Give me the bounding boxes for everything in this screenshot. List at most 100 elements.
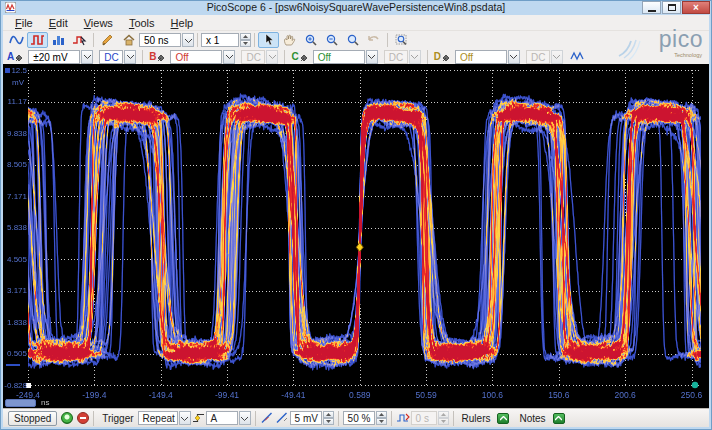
advanced-trigger-button[interactable] <box>191 411 206 426</box>
maximize-button[interactable] <box>662 1 681 14</box>
trigger-delay-value[interactable]: 0 s <box>411 411 437 425</box>
channel-a-range-dropdown[interactable]: ±20 mV <box>28 50 93 64</box>
chevron-down-icon[interactable] <box>508 50 520 64</box>
channel-a-coupling-dropdown[interactable]: DC <box>99 50 136 64</box>
notes-label: Notes <box>519 413 545 424</box>
channel-c-coupling-value[interactable]: DC <box>384 50 408 64</box>
horizontal-scroll-thumb[interactable] <box>5 399 36 407</box>
menu-edit[interactable]: Edit <box>41 15 76 31</box>
channel-d-range-dropdown[interactable]: Off <box>455 50 520 64</box>
channel-a-range-value[interactable]: ±20 mV <box>28 50 80 64</box>
scope-display[interactable]: 12.511.179.8388.5057.1715.8384.5053.1711… <box>3 64 709 408</box>
scope-graph-canvas[interactable] <box>3 64 709 408</box>
menu-bar: File Edit Views Tools Help <box>3 15 709 31</box>
chevron-down-icon[interactable] <box>179 411 191 425</box>
minimize-button[interactable] <box>642 1 661 14</box>
trigger-source-dropdown[interactable]: A <box>206 411 251 425</box>
trigger-level-spinner[interactable]: 5 mV <box>290 411 334 425</box>
rulers-label: Rulers <box>462 413 491 424</box>
persistence-view-button[interactable] <box>27 32 48 48</box>
channel-b-range-dropdown[interactable]: Off <box>170 50 235 64</box>
math-channel-button[interactable] <box>567 49 588 65</box>
zoom-in-button[interactable] <box>300 32 321 48</box>
zoom-overview-icon <box>395 34 408 46</box>
chevron-down-icon[interactable] <box>223 50 235 64</box>
rising-edge-button[interactable] <box>260 411 275 426</box>
chevron-down-icon[interactable] <box>124 50 136 64</box>
trigger-source-value[interactable]: A <box>206 411 238 425</box>
statusbar-separator <box>453 411 454 426</box>
notes-toggle-button[interactable] <box>553 413 565 424</box>
trigger-delay-spinner[interactable]: 0 s <box>411 411 449 425</box>
zoom-out-button[interactable] <box>321 32 342 48</box>
channel-b-range-value[interactable]: Off <box>170 50 222 64</box>
cursor-tool-button[interactable] <box>258 32 279 48</box>
chevron-down-icon[interactable] <box>551 50 563 64</box>
zoom-in-icon <box>305 34 317 46</box>
trigger-level-value[interactable]: 5 mV <box>290 411 322 425</box>
hand-pan-button[interactable] <box>279 32 300 48</box>
post-trigger-button[interactable] <box>396 411 411 426</box>
toolbar-separator <box>254 33 255 47</box>
chevron-down-icon[interactable] <box>409 50 421 64</box>
spin-up-icon[interactable] <box>438 411 449 418</box>
status-bar: Stopped Trigger Repeat A 5 mV 50 % 0 s R… <box>3 408 709 427</box>
trigger-mode-value[interactable]: Repeat <box>138 411 178 425</box>
zoom-factor-spinner[interactable]: x 1 <box>201 33 251 47</box>
scope-view-button[interactable] <box>6 32 27 48</box>
falling-edge-button[interactable] <box>275 411 290 426</box>
chevron-down-icon[interactable] <box>239 411 251 425</box>
marquee-zoom-button[interactable] <box>342 32 363 48</box>
titlebar[interactable]: PicoScope 6 - [psw6NoisySquareWavePersis… <box>0 0 712 15</box>
channel-b-coupling-dropdown[interactable]: DC <box>241 50 278 64</box>
channel-a-coupling-value[interactable]: DC <box>99 50 123 64</box>
spin-down-icon[interactable] <box>240 40 251 47</box>
spin-up-icon[interactable] <box>376 411 387 418</box>
menu-tools[interactable]: Tools <box>121 15 163 31</box>
toolbar-separator <box>197 33 198 47</box>
channel-c-range-dropdown[interactable]: Off <box>313 50 378 64</box>
menu-views[interactable]: Views <box>76 15 121 31</box>
chevron-down-icon[interactable] <box>182 33 194 47</box>
start-capture-icon[interactable] <box>61 412 73 424</box>
channel-d-coupling-dropdown[interactable]: DC <box>526 50 563 64</box>
spin-down-icon[interactable] <box>323 418 334 425</box>
chevron-down-icon[interactable] <box>81 50 93 64</box>
pre-trigger-value[interactable]: 50 % <box>343 411 375 425</box>
pico-brand-text: pico <box>659 26 703 53</box>
pre-trigger-spinner[interactable]: 50 % <box>343 411 387 425</box>
spin-down-icon[interactable] <box>438 418 449 425</box>
triggered-view-button[interactable] <box>69 32 90 48</box>
spectrum-view-icon <box>51 34 66 46</box>
menu-file[interactable]: File <box>7 15 41 31</box>
timebase-value[interactable]: 50 ns <box>139 33 181 47</box>
chevron-down-icon[interactable] <box>266 50 278 64</box>
undo-zoom-button[interactable] <box>363 32 384 48</box>
channel-d-coupling-value[interactable]: DC <box>526 50 550 64</box>
home-button[interactable] <box>118 32 139 48</box>
timebase-dropdown[interactable]: 50 ns <box>139 33 194 47</box>
zoom-factor-value[interactable]: x 1 <box>201 33 239 47</box>
falling-edge-icon <box>276 412 288 424</box>
spin-up-icon[interactable] <box>240 33 251 40</box>
menu-help[interactable]: Help <box>163 15 202 31</box>
stop-capture-icon[interactable] <box>77 412 89 424</box>
y-axis-tick-label: 4.505 <box>3 255 27 264</box>
channel-b-coupling-value[interactable]: DC <box>241 50 265 64</box>
trigger-edge-icon <box>192 412 205 424</box>
rulers-toggle-button[interactable] <box>497 413 509 424</box>
channel-a-label: A <box>7 51 26 62</box>
spin-up-icon[interactable] <box>323 411 334 418</box>
trigger-mode-dropdown[interactable]: Repeat <box>138 411 191 425</box>
close-button[interactable]: × <box>682 1 710 14</box>
chevron-down-icon[interactable] <box>366 50 378 64</box>
probe-setup-button[interactable] <box>97 32 118 48</box>
channel-c-range-value[interactable]: Off <box>313 50 365 64</box>
channel-d-range-value[interactable]: Off <box>455 50 507 64</box>
channel-c-coupling-dropdown[interactable]: DC <box>384 50 421 64</box>
y-axis-unit: mV <box>3 78 24 87</box>
stopped-button[interactable]: Stopped <box>8 411 57 426</box>
spectrum-view-button[interactable] <box>48 32 69 48</box>
spin-down-icon[interactable] <box>376 418 387 425</box>
zoom-overview-button[interactable] <box>391 32 412 48</box>
